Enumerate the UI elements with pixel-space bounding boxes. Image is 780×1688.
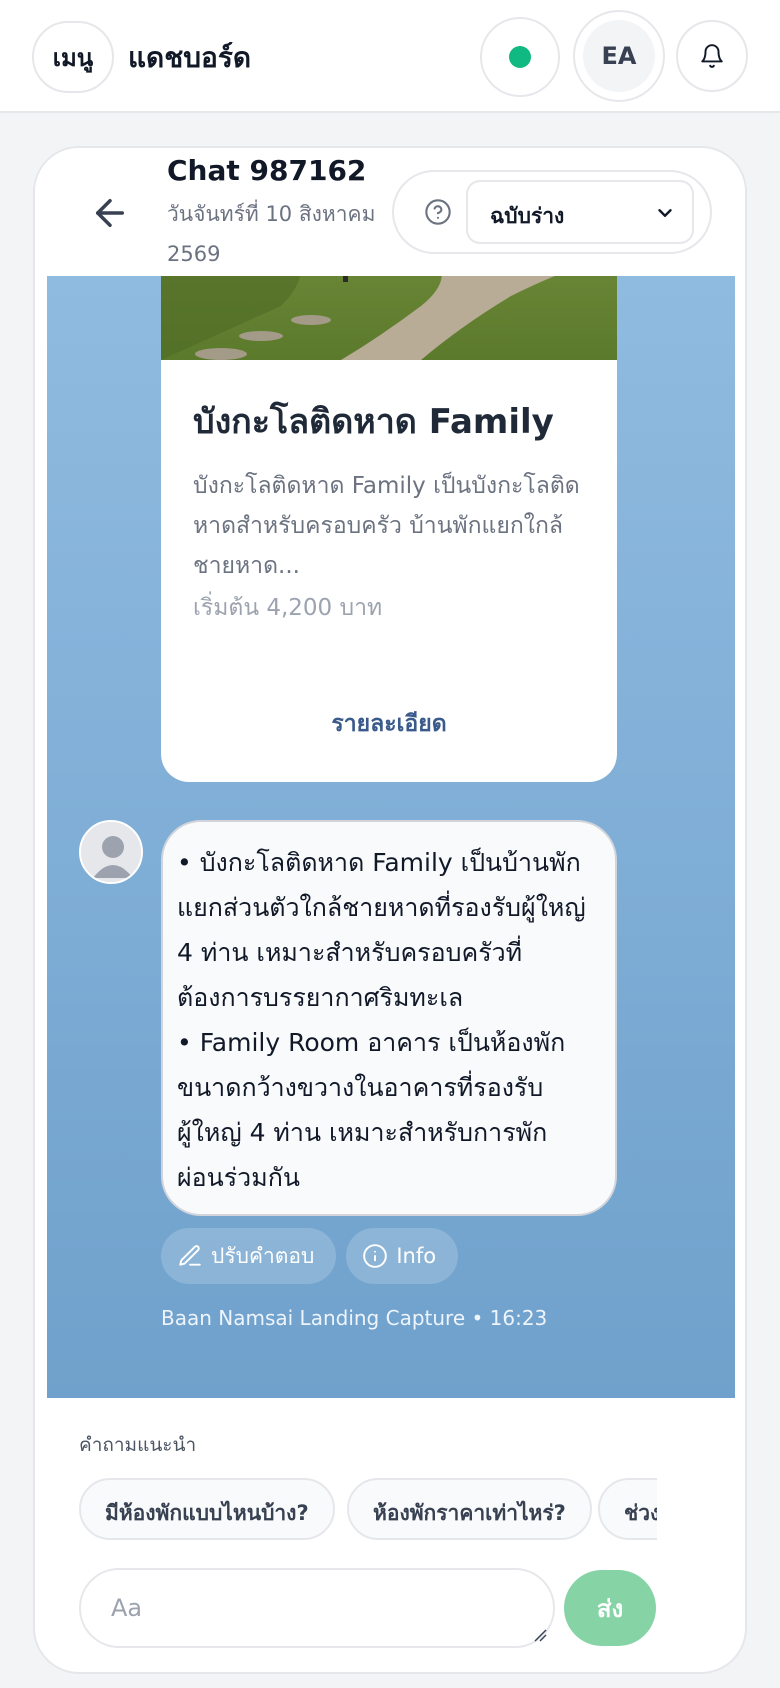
user-silhouette-icon (81, 822, 141, 882)
chevron-down-icon (658, 209, 672, 217)
message-line: ขนาดกว้างขวางในอาคารที่รองรับ (177, 1073, 544, 1102)
suggestion-chip[interactable]: มีห้องพักแบบไหนบ้าง? (79, 1478, 335, 1540)
message-composer (79, 1568, 555, 1648)
chat-messages[interactable]: บังกะโลติดหาด Family บังกะโลติดหาด Famil… (47, 276, 735, 1398)
arrow-left-icon (96, 199, 124, 227)
back-button[interactable] (89, 192, 131, 234)
room-card: บังกะโลติดหาด Family บังกะโลติดหาด Famil… (161, 276, 617, 782)
suggestions-label: คำถามแนะนำ (79, 1434, 197, 1456)
message-actions: ปรับคำตอบ Info (161, 1228, 459, 1284)
room-photo (161, 276, 617, 360)
message-line: แยกส่วนตัวใกล้ชายหาดที่รองรับผู้ใหญ่ (177, 893, 586, 922)
help-circle-icon[interactable] (424, 198, 452, 226)
suggestion-chip[interactable]: ช่วงเวลาเช็คอิน? (598, 1478, 657, 1540)
message-line: • บังกะโลติดหาด Family เป็นบ้านพัก (177, 848, 581, 877)
top-bar: เมนู แดชบอร์ด EA (0, 0, 780, 113)
info-label: Info (396, 1244, 437, 1268)
notifications-button[interactable] (676, 20, 748, 92)
avatar-initials: EA (583, 20, 655, 92)
suggestions-row[interactable]: มีห้องพักแบบไหนบ้าง? ห้องพักราคาเท่าไหร่… (79, 1478, 657, 1542)
edit-reply-label: ปรับคำตอบ (211, 1243, 315, 1268)
user-avatar-button[interactable]: EA (573, 10, 665, 102)
chat-header: Chat 987162 วันจันทร์ที่ 10 สิงหาคม 2569… (35, 148, 745, 276)
message-bubble: • บังกะโลติดหาด Family เป็นบ้านพัก แยกส่… (161, 820, 617, 1216)
details-link[interactable]: รายละเอียด (161, 706, 617, 742)
card-price: เริ่มต้น 4,200 บาท (193, 595, 383, 621)
menu-button[interactable]: เมนู (32, 21, 114, 93)
edit-reply-button[interactable]: ปรับคำตอบ (161, 1228, 337, 1284)
chat-date: วันจันทร์ที่ 10 สิงหาคม 2569 (167, 202, 376, 266)
message-meta: Baan Namsai Landing Capture • 16:23 (161, 1306, 548, 1330)
status-control: ฉบับร่าง (392, 170, 712, 254)
card-description: บังกะโลติดหาด Family เป็นบังกะโลติดหาดสำ… (193, 473, 580, 579)
status-button[interactable] (480, 17, 560, 97)
message-line: ผ่อนร่วมกัน (177, 1163, 300, 1192)
chat-name: Chat 987162 (167, 154, 367, 187)
resize-handle-icon[interactable] (531, 1626, 547, 1642)
bot-avatar (79, 820, 143, 884)
card-title: บังกะโลติดหาด Family (193, 402, 554, 442)
info-button[interactable]: Info (346, 1228, 459, 1284)
suggestion-chip[interactable]: ห้องพักราคาเท่าไหร่? (347, 1478, 592, 1540)
status-select-value: ฉบับร่าง (490, 204, 565, 228)
status-select[interactable]: ฉบับร่าง (466, 180, 694, 244)
info-icon (363, 1244, 388, 1268)
send-button[interactable]: ส่ง (564, 1570, 656, 1646)
message-line: 4 ท่าน เหมาะสำหรับครอบครัวที่ (177, 938, 523, 967)
online-status-dot (509, 46, 531, 68)
pencil-icon (179, 1245, 201, 1266)
message-input[interactable] (111, 1590, 511, 1626)
message-line: • Family Room อาคาร เป็นห้องพัก (177, 1028, 566, 1057)
message-line: ต้องการบรรยากาศริมทะเล (177, 983, 464, 1012)
message-line: ผู้ใหญ่ 4 ท่าน เหมาะสำหรับการพัก (177, 1118, 548, 1147)
bell-icon (701, 44, 723, 68)
page-title: แดชบอร์ด (128, 41, 252, 74)
chat-panel: Chat 987162 วันจันทร์ที่ 10 สิงหาคม 2569… (33, 146, 747, 1674)
